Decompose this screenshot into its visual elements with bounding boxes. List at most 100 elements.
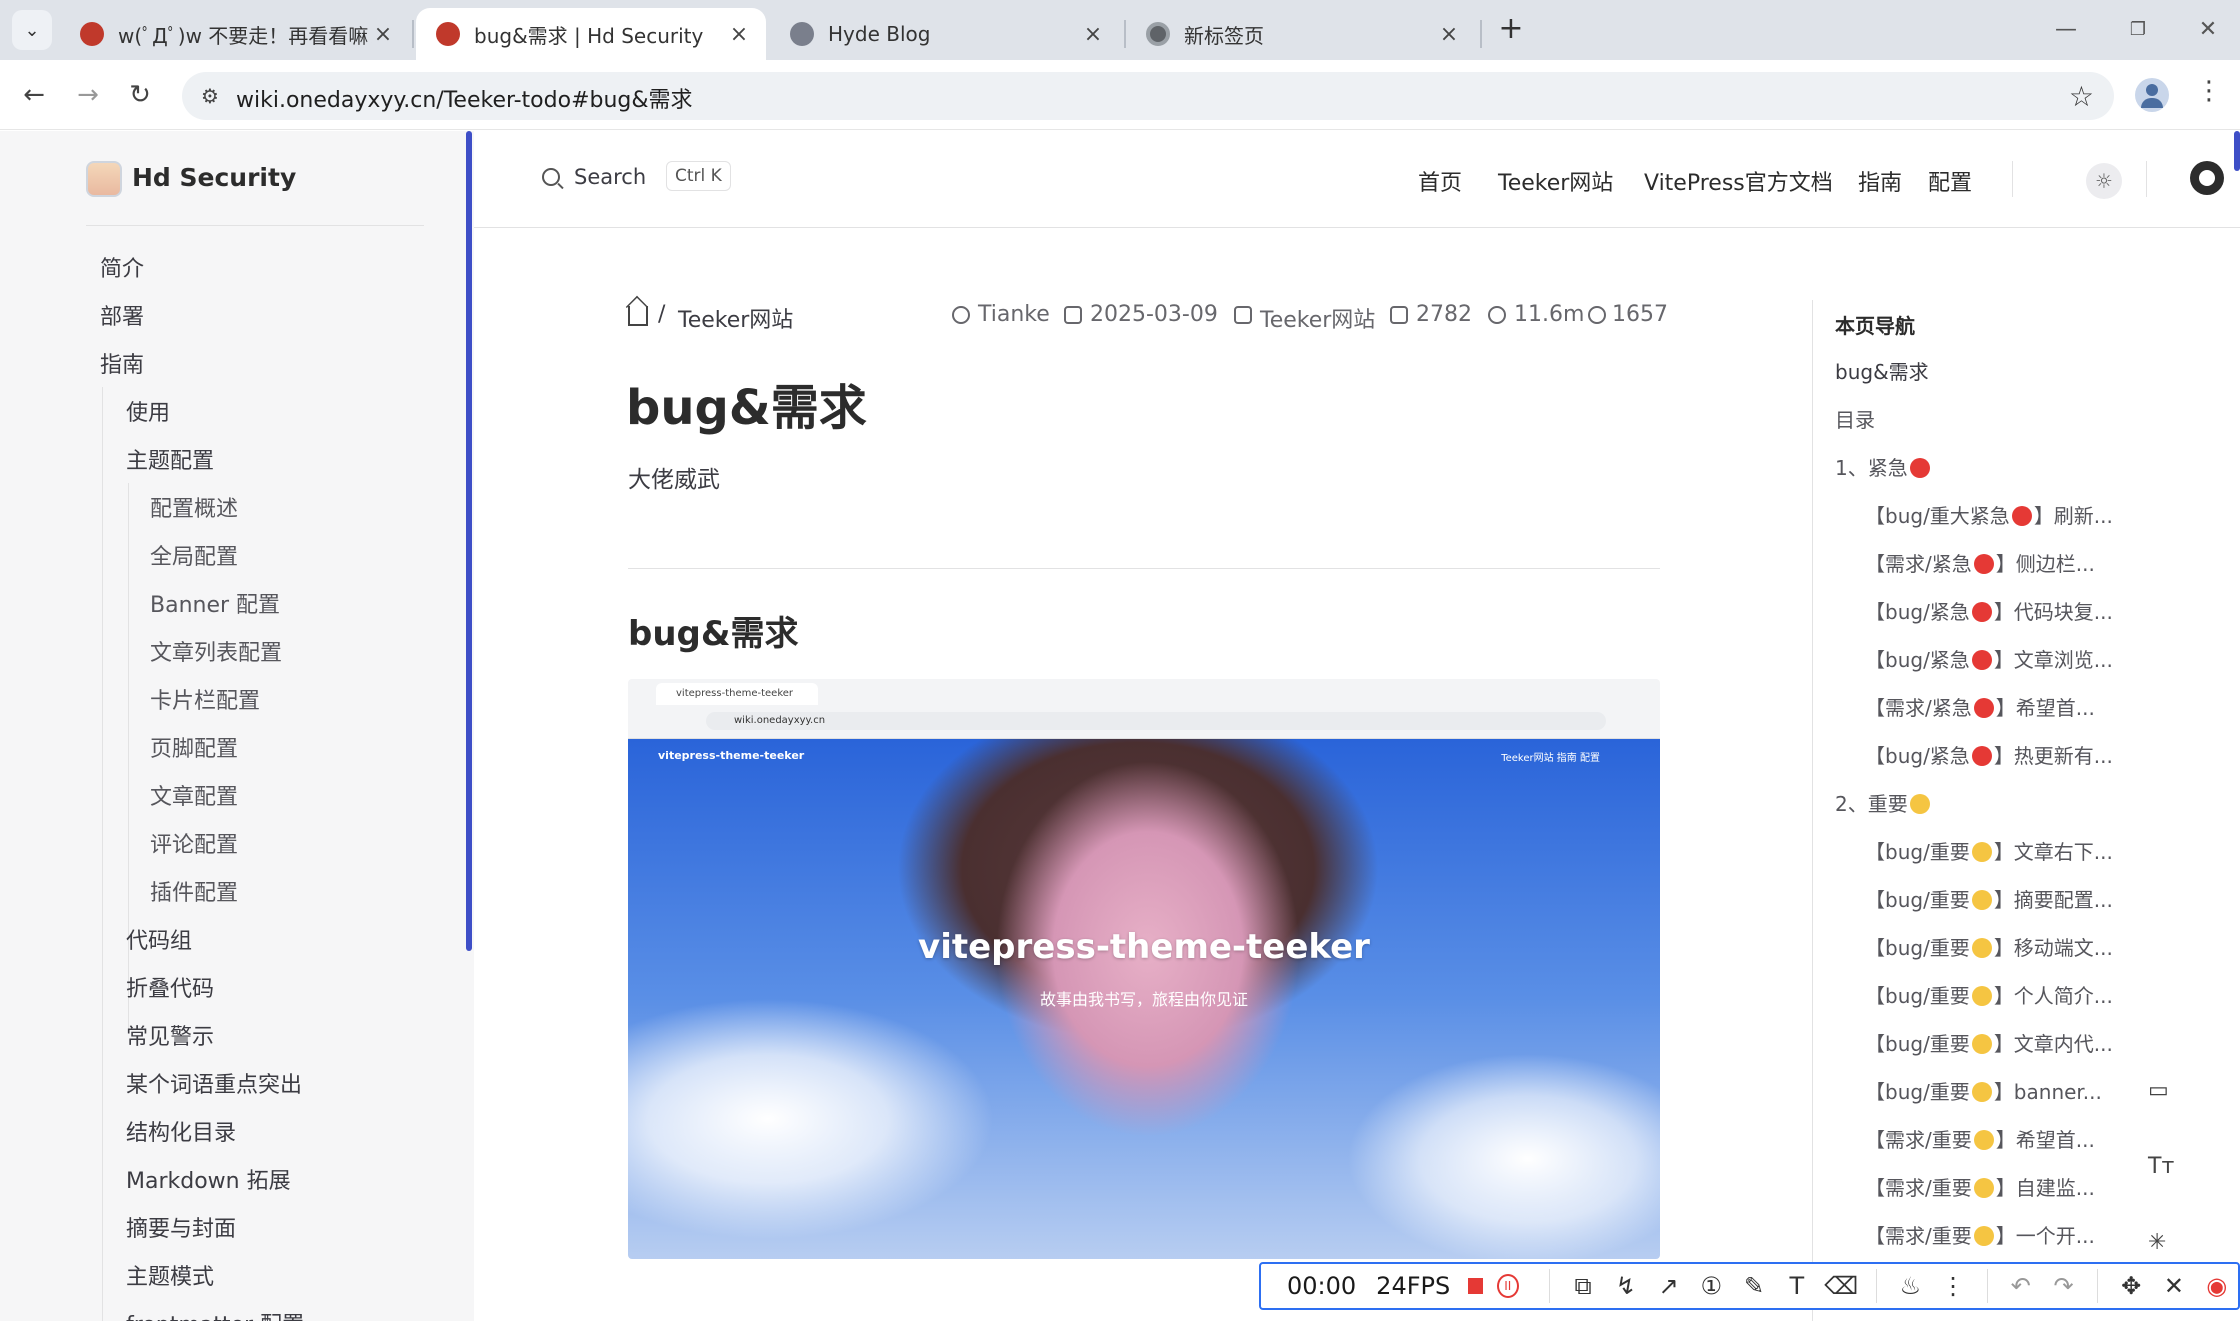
tab-close-icon[interactable]: × (1082, 22, 1104, 47)
window-close-button[interactable]: ✕ (2188, 12, 2228, 48)
outline-item[interactable]: 【bug/重要 】banner... (1865, 1076, 2102, 1105)
sidebar-item-comment-config[interactable]: 评论配置 (150, 827, 238, 859)
close-recorder-icon[interactable]: ✕ (2159, 1272, 2190, 1300)
sidebar-item-post-list-config[interactable]: 文章列表配置 (150, 635, 282, 667)
eraser-tool-icon[interactable]: ⌫ (1824, 1272, 1858, 1300)
move-icon[interactable]: ✥ (2116, 1272, 2147, 1300)
more-tools-icon[interactable]: ⋮ (1938, 1272, 1969, 1300)
sidebar-item-footer-config[interactable]: 页脚配置 (150, 731, 238, 763)
tab-search-icon[interactable]: ⌄ (12, 10, 52, 50)
section-heading[interactable]: bug&需求 (628, 606, 799, 655)
outline-item[interactable]: bug&需求 (1835, 356, 1929, 385)
outline-item[interactable]: 【需求/重要 】希望首... (1865, 1124, 2095, 1153)
nav-link-teeker[interactable]: Teeker网站 (1498, 165, 1613, 197)
shape-tool-icon[interactable]: ⧉ (1568, 1272, 1599, 1300)
outline-item[interactable]: 目录 (1835, 404, 1875, 433)
outline-item[interactable]: 【bug/紧急 】代码块复... (1865, 596, 2113, 625)
spotlight-tool-icon[interactable]: ♨ (1895, 1272, 1926, 1300)
outline-item[interactable]: 【需求/重要 】一个开... (1865, 1220, 2095, 1249)
outline-item[interactable]: 【bug/重大紧急 】刷新... (1865, 500, 2113, 529)
sidebar-item-frontmatter[interactable]: frontmatter 配置 (126, 1307, 304, 1321)
breadcrumb-category[interactable]: Teeker网站 (678, 302, 793, 334)
sidebar-item-guide[interactable]: 指南 (100, 347, 144, 379)
outline-item[interactable]: 【需求/紧急 】侧边栏... (1865, 548, 2095, 577)
pen-tool-icon[interactable]: ✎ (1739, 1272, 1770, 1300)
path-tool-icon[interactable]: ↯ (1610, 1272, 1641, 1300)
outline-item[interactable]: 【bug/重要 】个人简介... (1865, 980, 2113, 1009)
tab-close-icon[interactable]: × (728, 22, 750, 47)
sidebar-item-code-group[interactable]: 代码组 (126, 923, 192, 955)
stop-recording-icon[interactable] (1468, 1278, 1483, 1294)
outline-item[interactable]: 【需求/紧急 】希望首... (1865, 692, 2095, 721)
outline-item[interactable]: 【需求/重要 】自建监... (1865, 1172, 2095, 1201)
sidebar-item-deploy[interactable]: 部署 (100, 299, 144, 331)
browser-tab-1[interactable]: w(ﾟДﾟ)w 不要走！再看看嘛！ × (60, 8, 410, 60)
tab-close-icon[interactable]: × (1438, 22, 1460, 47)
new-tab-button[interactable]: + (1493, 12, 1529, 48)
minimize-button[interactable]: — (2046, 12, 2086, 48)
outline-item[interactable]: 【bug/紧急 】文章浏览... (1865, 644, 2113, 673)
search-button[interactable]: Search (542, 165, 646, 189)
browser-menu-icon[interactable]: ⋮ (2196, 76, 2222, 106)
font-size-icon[interactable]: Tт (2148, 1154, 2174, 1179)
tab-close-icon[interactable]: × (372, 22, 394, 47)
bookmark-star-icon[interactable]: ☆ (2069, 80, 2094, 113)
nav-link-home[interactable]: 首页 (1418, 165, 1462, 197)
arrow-tool-icon[interactable]: ↗ (1653, 1272, 1684, 1300)
sidebar-item-markdown-ext[interactable]: Markdown 拓展 (126, 1163, 291, 1195)
sidebar-item-plugin-config[interactable]: 插件配置 (150, 875, 238, 907)
page-scrollbar[interactable] (2234, 131, 2240, 171)
nav-link-config[interactable]: 配置 (1928, 165, 1972, 197)
outline-item[interactable]: 1、紧急 (1835, 452, 1932, 481)
outline-item[interactable]: 2、重要 (1835, 788, 1932, 817)
pause-recording-icon[interactable]: II (1496, 1274, 1519, 1298)
nav-link-vitepress-docs[interactable]: VitePress官方文档 (1644, 165, 1833, 197)
sidebar-item-theme-config[interactable]: 主题配置 (126, 443, 214, 475)
loading-icon[interactable]: ✳ (2148, 1230, 2166, 1255)
forward-arrow-icon[interactable]: → (68, 76, 108, 116)
sidebar-item-article-config[interactable]: 文章配置 (150, 779, 238, 811)
sidebar-item-summary-cover[interactable]: 摘要与封面 (126, 1211, 236, 1243)
sun-icon[interactable]: ☼ (2086, 163, 2122, 199)
record-icon[interactable]: ◉ (2201, 1272, 2232, 1300)
outline-item[interactable]: 【bug/紧急 】热更新有... (1865, 740, 2113, 769)
outline-item[interactable]: 【bug/重要 】摘要配置... (1865, 884, 2113, 913)
sidebar-item-structured-toc[interactable]: 结构化目录 (126, 1115, 236, 1147)
sidebar-item-usage[interactable]: 使用 (126, 395, 170, 427)
sidebar-item-card-config[interactable]: 卡片栏配置 (150, 683, 260, 715)
sidebar-item-highlight[interactable]: 某个词语重点突出 (126, 1067, 302, 1099)
sidebar-scrollbar[interactable] (466, 131, 472, 951)
sidebar-item-global-config[interactable]: 全局配置 (150, 539, 238, 571)
sidebar-item-theme-mode[interactable]: 主题模式 (126, 1259, 214, 1291)
back-arrow-icon[interactable]: ← (14, 76, 54, 116)
site-logo[interactable] (86, 161, 122, 197)
site-title[interactable]: Hd Security (132, 163, 296, 192)
browser-tab-4[interactable]: 新标签页 × (1126, 8, 1476, 60)
undo-icon[interactable]: ↶ (2005, 1272, 2036, 1300)
redo-icon[interactable]: ↷ (2048, 1272, 2079, 1300)
github-icon[interactable] (2190, 161, 2224, 195)
sidebar-item-fold-code[interactable]: 折叠代码 (126, 971, 214, 1003)
comment-icon[interactable]: ▭ (2148, 1078, 2169, 1103)
number-tool-icon[interactable]: ① (1696, 1272, 1727, 1300)
outline-item[interactable]: 【bug/重要 】移动端文... (1865, 932, 2113, 961)
outline-item[interactable]: 【bug/重要 】文章内代... (1865, 1028, 2113, 1057)
text-tool-icon[interactable]: T (1781, 1272, 1812, 1300)
restore-button[interactable]: ❐ (2118, 12, 2158, 48)
meta-category[interactable]: Teeker网站 (1260, 302, 1375, 334)
profile-avatar-icon[interactable] (2135, 78, 2169, 112)
outline-item[interactable]: 【bug/重要 】文章右下... (1865, 836, 2113, 865)
site-info-icon[interactable]: ⚙ (196, 82, 224, 110)
browser-tab-active[interactable]: bug&需求 | Hd Security × (416, 8, 766, 60)
reload-icon[interactable]: ↻ (120, 76, 160, 116)
sidebar-item-banner-config[interactable]: Banner 配置 (150, 587, 280, 619)
nav-link-guide[interactable]: 指南 (1858, 165, 1902, 197)
sidebar-item-alerts[interactable]: 常见警示 (126, 1019, 214, 1051)
meta-author[interactable]: Tianke (978, 302, 1050, 327)
address-bar[interactable]: ⚙ wiki.onedayxyy.cn/Teeker-todo#bug&需求 ☆ (182, 72, 2114, 120)
recording-fps[interactable]: 24FPS (1376, 1272, 1450, 1300)
sidebar-item-intro[interactable]: 简介 (100, 251, 144, 283)
home-icon[interactable] (628, 306, 648, 326)
browser-tab-3[interactable]: Hyde Blog × (770, 8, 1120, 60)
sidebar-item-config-overview[interactable]: 配置概述 (150, 491, 238, 523)
